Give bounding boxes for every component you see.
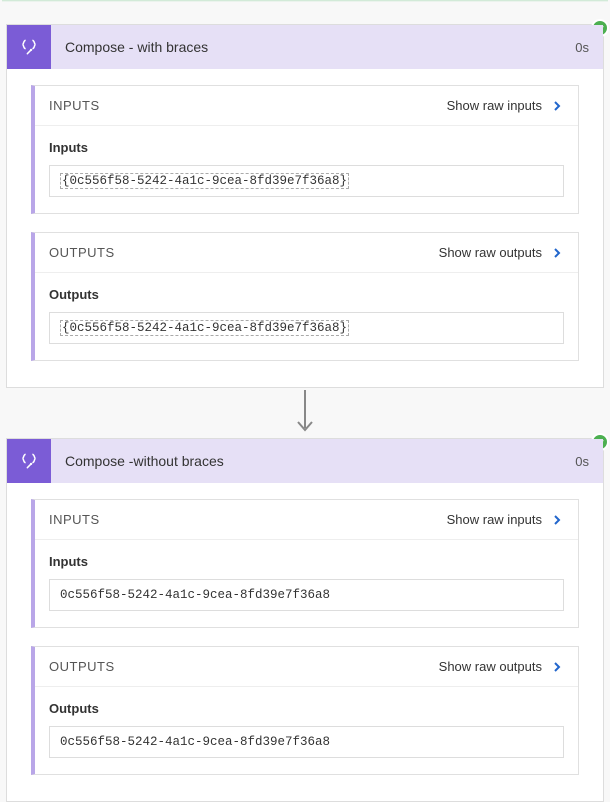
inputs-section-header: INPUTS Show raw inputs bbox=[35, 500, 578, 540]
step-header[interactable]: Compose -without braces 0s bbox=[7, 439, 603, 483]
step-card-compose-without-braces[interactable]: Compose -without braces 0s INPUTS Show r… bbox=[6, 438, 604, 802]
outputs-label: Outputs bbox=[49, 701, 564, 716]
step-duration: 0s bbox=[575, 40, 603, 55]
inputs-section-header: INPUTS Show raw inputs bbox=[35, 86, 578, 126]
step-header[interactable]: Compose - with braces 0s bbox=[7, 25, 603, 69]
outputs-section-header: OUTPUTS Show raw outputs bbox=[35, 647, 578, 687]
chevron-right-icon[interactable] bbox=[550, 513, 564, 527]
inputs-section: INPUTS Show raw inputs Inputs {0c556f58-… bbox=[31, 85, 579, 214]
inputs-section-body: Inputs {0c556f58-5242-4a1c-9cea-8fd39e7f… bbox=[35, 126, 578, 213]
inputs-label: Inputs bbox=[49, 554, 564, 569]
show-raw-inputs-link[interactable]: Show raw inputs bbox=[447, 98, 542, 113]
compose-action-icon bbox=[7, 439, 51, 483]
step-body: INPUTS Show raw inputs Inputs 0c556f58-5… bbox=[7, 483, 603, 801]
show-raw-inputs-link[interactable]: Show raw inputs bbox=[447, 512, 542, 527]
compose-action-icon bbox=[7, 25, 51, 69]
step-duration: 0s bbox=[575, 454, 603, 469]
outputs-section-title: OUTPUTS bbox=[49, 245, 439, 260]
step-body: INPUTS Show raw inputs Inputs {0c556f58-… bbox=[7, 69, 603, 387]
inputs-label: Inputs bbox=[49, 140, 564, 155]
show-raw-outputs-link[interactable]: Show raw outputs bbox=[439, 245, 542, 260]
inputs-section-body: Inputs 0c556f58-5242-4a1c-9cea-8fd39e7f3… bbox=[35, 540, 578, 627]
chevron-right-icon[interactable] bbox=[550, 99, 564, 113]
inputs-section: INPUTS Show raw inputs Inputs 0c556f58-5… bbox=[31, 499, 579, 628]
outputs-section-body: Outputs 0c556f58-5242-4a1c-9cea-8fd39e7f… bbox=[35, 687, 578, 774]
inputs-section-title: INPUTS bbox=[49, 512, 447, 527]
outputs-section-header: OUTPUTS Show raw outputs bbox=[35, 233, 578, 273]
step-card-compose-with-braces[interactable]: Compose - with braces 0s INPUTS Show raw… bbox=[6, 24, 604, 388]
outputs-section: OUTPUTS Show raw outputs Outputs {0c556f… bbox=[31, 232, 579, 361]
step-title: Compose - with braces bbox=[51, 39, 575, 55]
inputs-value[interactable]: {0c556f58-5242-4a1c-9cea-8fd39e7f36a8} bbox=[49, 165, 564, 197]
inputs-value[interactable]: 0c556f58-5242-4a1c-9cea-8fd39e7f36a8 bbox=[49, 579, 564, 611]
outputs-section-title: OUTPUTS bbox=[49, 659, 439, 674]
outputs-section: OUTPUTS Show raw outputs Outputs 0c556f5… bbox=[31, 646, 579, 775]
outputs-label: Outputs bbox=[49, 287, 564, 302]
chevron-right-icon[interactable] bbox=[550, 660, 564, 674]
chevron-right-icon[interactable] bbox=[550, 246, 564, 260]
outputs-section-body: Outputs {0c556f58-5242-4a1c-9cea-8fd39e7… bbox=[35, 273, 578, 360]
inputs-section-title: INPUTS bbox=[49, 98, 447, 113]
step-title: Compose -without braces bbox=[51, 453, 575, 469]
outputs-value[interactable]: {0c556f58-5242-4a1c-9cea-8fd39e7f36a8} bbox=[49, 312, 564, 344]
outputs-value[interactable]: 0c556f58-5242-4a1c-9cea-8fd39e7f36a8 bbox=[49, 726, 564, 758]
show-raw-outputs-link[interactable]: Show raw outputs bbox=[439, 659, 542, 674]
flow-arrow-top bbox=[6, 4, 604, 24]
flow-arrow bbox=[0, 388, 610, 438]
